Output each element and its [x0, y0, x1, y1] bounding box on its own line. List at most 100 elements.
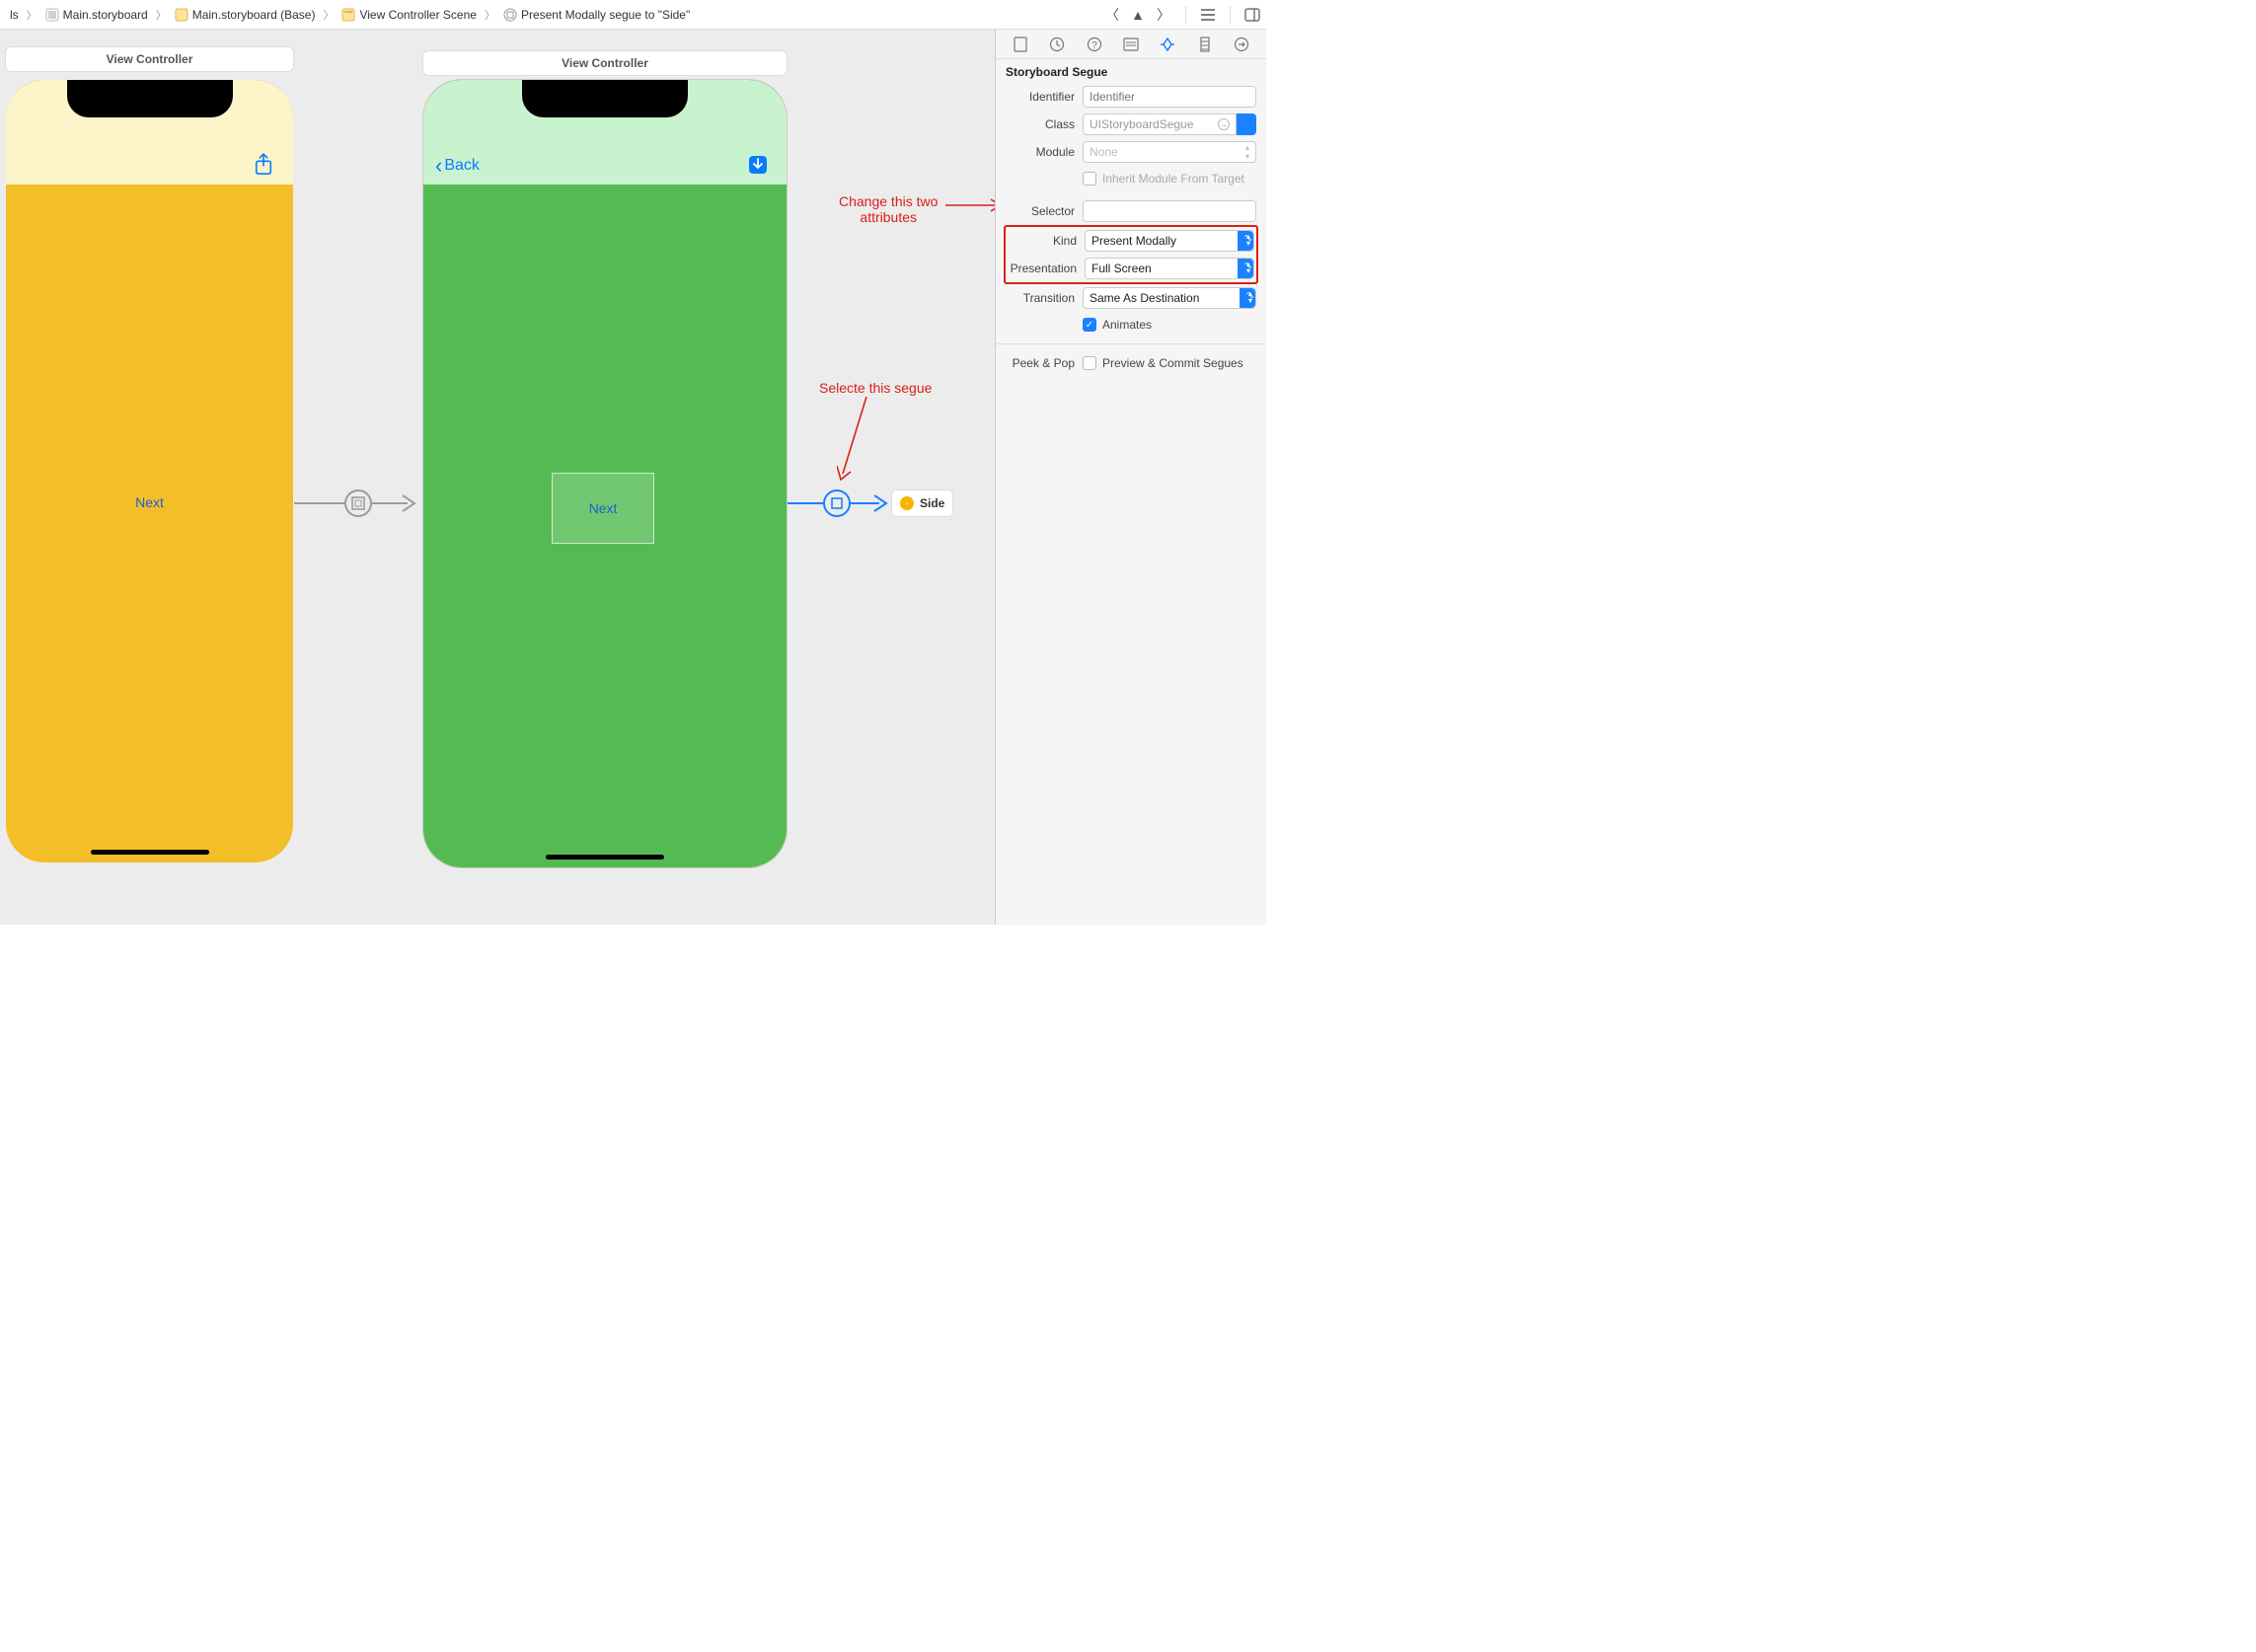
segue-arrow-selected[interactable]: [788, 484, 891, 523]
row-module: Module None ▴▾: [996, 138, 1266, 166]
chevron-left-icon: ‹: [435, 159, 442, 173]
scene-title-label: View Controller: [107, 52, 193, 66]
identity-inspector-tab[interactable]: [1122, 36, 1140, 53]
share-icon[interactable]: [254, 155, 273, 175]
connections-inspector-tab[interactable]: [1233, 36, 1250, 53]
divider: [996, 343, 1266, 344]
inspector-panel: ? Storyboard Segue Identifier Class UISt…: [995, 30, 1266, 925]
home-indicator-icon: [546, 855, 664, 860]
row-kind: Kind Present Modally ▴▾: [1006, 227, 1256, 255]
label-module: Module: [1006, 145, 1083, 159]
scene-dot-icon: ◦: [900, 496, 914, 510]
label-presentation: Presentation: [1008, 262, 1085, 275]
label-transition: Transition: [1006, 291, 1083, 305]
row-peekpop: Peek & Pop Preview & Commit Segues: [996, 350, 1266, 376]
annotation-change-attrs: Change this two attributes: [839, 193, 938, 225]
class-combo[interactable]: UIStoryboardSegue →: [1083, 113, 1237, 135]
phone-frame-2[interactable]: ‹ Back Next: [422, 79, 788, 868]
nav-forward-icon[interactable]: 〉: [1156, 7, 1171, 23]
next-label: Next: [589, 500, 618, 516]
anno-line: attributes: [839, 209, 938, 225]
crumb-label: ls: [10, 8, 19, 22]
help-inspector-tab[interactable]: ?: [1086, 36, 1103, 53]
peekpop-label: Preview & Commit Segues: [1102, 356, 1243, 370]
back-label: Back: [444, 157, 480, 175]
crumb-label: Main.storyboard (Base): [192, 8, 316, 22]
side-scene-chip[interactable]: ◦ Side: [891, 489, 953, 517]
label-kind: Kind: [1008, 234, 1085, 248]
home-indicator-icon: [91, 850, 209, 855]
transition-select[interactable]: Same As Destination ▴▾: [1083, 287, 1256, 309]
back-button[interactable]: ‹ Back: [435, 157, 480, 175]
warning-icon[interactable]: ▲: [1130, 7, 1146, 23]
scene-1-titlebar[interactable]: View Controller: [5, 46, 294, 72]
crumb-main-storyboard-base[interactable]: Main.storyboard (Base): [171, 6, 320, 24]
class-value: UIStoryboardSegue: [1090, 117, 1193, 131]
segue-arrow-1[interactable]: [294, 484, 422, 523]
outline-toggle-icon[interactable]: [1200, 7, 1216, 23]
section-title: Storyboard Segue: [996, 59, 1266, 83]
crumb-segue[interactable]: Present Modally segue to "Side": [499, 6, 694, 24]
module-combo[interactable]: None ▴▾: [1083, 141, 1256, 163]
storyboard-base-icon: [175, 8, 188, 22]
kind-select[interactable]: Present Modally ▴▾: [1085, 230, 1254, 252]
inspector-tabs: ?: [996, 30, 1266, 59]
presentation-value: Full Screen: [1091, 262, 1152, 275]
identifier-input[interactable]: [1083, 86, 1256, 108]
crumb-ls[interactable]: ls: [6, 6, 23, 24]
next-button-1[interactable]: Next: [135, 494, 164, 510]
download-icon[interactable]: [747, 155, 767, 175]
chevron-down-icon: ▴▾: [1245, 143, 1249, 161]
crumb-label: Present Modally segue to "Side": [521, 8, 690, 22]
scene-icon: [341, 8, 355, 22]
scene-title-label: View Controller: [562, 56, 648, 70]
peekpop-checkbox[interactable]: [1083, 356, 1096, 370]
inherit-label: Inherit Module From Target: [1102, 172, 1244, 186]
label-selector: Selector: [1006, 204, 1083, 218]
row-class: Class UIStoryboardSegue → ▴▾: [996, 111, 1266, 138]
animates-label: Animates: [1102, 318, 1152, 332]
phone-frame-1[interactable]: Next: [5, 79, 294, 864]
inherit-checkbox[interactable]: [1083, 172, 1096, 186]
phone-body-1: Next: [6, 80, 293, 863]
chevron-icon: 〉: [154, 7, 169, 23]
side-label: Side: [920, 496, 944, 510]
nav-back-icon[interactable]: 〈: [1104, 7, 1120, 23]
segue-icon: [503, 8, 517, 22]
top-toolbar: ls 〉 Main.storyboard 〉 Main.storyboard (…: [0, 0, 1266, 30]
crumb-scene[interactable]: View Controller Scene: [338, 6, 481, 24]
attributes-inspector-tab[interactable]: [1159, 36, 1176, 53]
presentation-select[interactable]: Full Screen ▴▾: [1085, 258, 1254, 279]
annotation-select-segue: Selecte this segue: [819, 380, 932, 396]
class-jump-icon[interactable]: →: [1218, 118, 1230, 130]
row-animates: ✓ Animates: [996, 312, 1266, 338]
row-presentation: Presentation Full Screen ▴▾: [1006, 255, 1256, 282]
label-class: Class: [1006, 117, 1083, 131]
selector-input[interactable]: [1083, 200, 1256, 222]
kind-value: Present Modally: [1091, 234, 1176, 248]
divider: [1230, 6, 1231, 24]
chevron-icon: 〉: [321, 7, 336, 23]
divider: [1185, 6, 1186, 24]
chevron-icon: 〉: [25, 7, 39, 23]
anno-line: Change this two: [839, 193, 938, 209]
annotation-arrow-1: [945, 195, 995, 215]
animates-checkbox[interactable]: ✓: [1083, 318, 1096, 332]
next-label: Next: [135, 494, 164, 510]
storyboard-file-icon: [45, 8, 59, 22]
storyboard-canvas[interactable]: View Controller Next View Contr: [0, 30, 995, 925]
panel-toggle-icon[interactable]: [1244, 7, 1260, 23]
notch-icon: [67, 80, 233, 117]
chevron-icon: 〉: [483, 7, 497, 23]
history-inspector-tab[interactable]: [1048, 36, 1066, 53]
transition-value: Same As Destination: [1090, 291, 1199, 305]
next-button-2[interactable]: Next: [552, 473, 654, 544]
label-identifier: Identifier: [1006, 90, 1083, 104]
file-inspector-tab[interactable]: [1012, 36, 1029, 53]
size-inspector-tab[interactable]: [1196, 36, 1214, 53]
row-transition: Transition Same As Destination ▴▾: [996, 284, 1266, 312]
crumb-main-storyboard[interactable]: Main.storyboard: [41, 6, 152, 24]
row-inherit: Inherit Module From Target: [996, 166, 1266, 191]
class-dropdown-button[interactable]: ▴▾: [1237, 113, 1256, 135]
scene-2-titlebar[interactable]: View Controller: [422, 50, 788, 76]
